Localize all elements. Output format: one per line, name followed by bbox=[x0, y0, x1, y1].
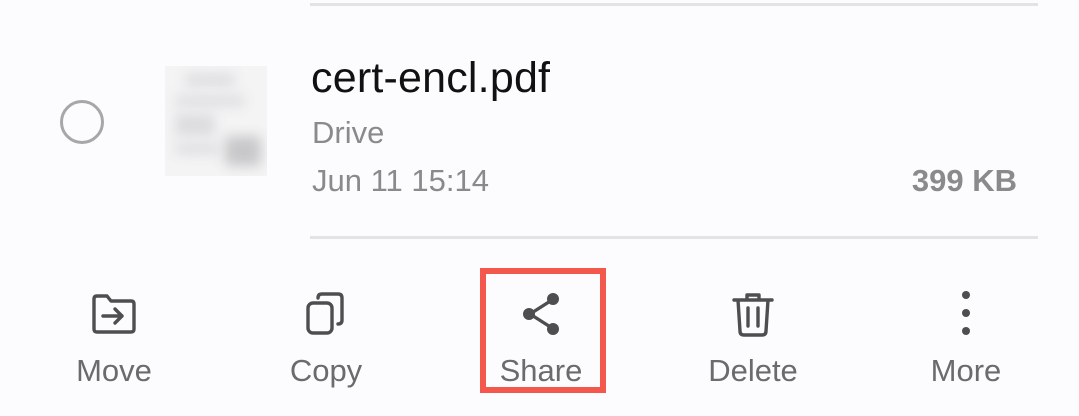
share-button[interactable]: Share bbox=[466, 239, 616, 416]
bottom-action-toolbar: Move Copy Share Delete More bbox=[0, 239, 1079, 416]
file-date: Jun 11 15:14 bbox=[312, 163, 489, 198]
file-name: cert-encl.pdf bbox=[311, 54, 551, 102]
share-label: Share bbox=[499, 353, 583, 388]
more-button[interactable]: More bbox=[891, 239, 1041, 416]
pdf-thumbnail-icon bbox=[165, 66, 267, 176]
move-to-folder-icon bbox=[92, 294, 136, 334]
trash-icon bbox=[732, 293, 774, 337]
copy-button[interactable]: Copy bbox=[251, 239, 401, 416]
file-list-item[interactable]: cert-encl.pdf Drive Jun 11 15:14 399 KB bbox=[0, 6, 1079, 236]
move-button[interactable]: Move bbox=[39, 239, 189, 416]
delete-label: Delete bbox=[708, 353, 798, 388]
more-vertical-icon bbox=[962, 291, 970, 335]
file-location: Drive bbox=[312, 115, 385, 150]
file-size: 399 KB bbox=[911, 163, 1017, 198]
select-radio-button[interactable] bbox=[60, 100, 104, 144]
more-label: More bbox=[930, 353, 1002, 388]
move-label: Move bbox=[76, 353, 152, 388]
copy-label: Copy bbox=[289, 353, 363, 388]
delete-button[interactable]: Delete bbox=[678, 239, 828, 416]
share-icon bbox=[523, 293, 559, 335]
copy-icon bbox=[306, 292, 344, 335]
